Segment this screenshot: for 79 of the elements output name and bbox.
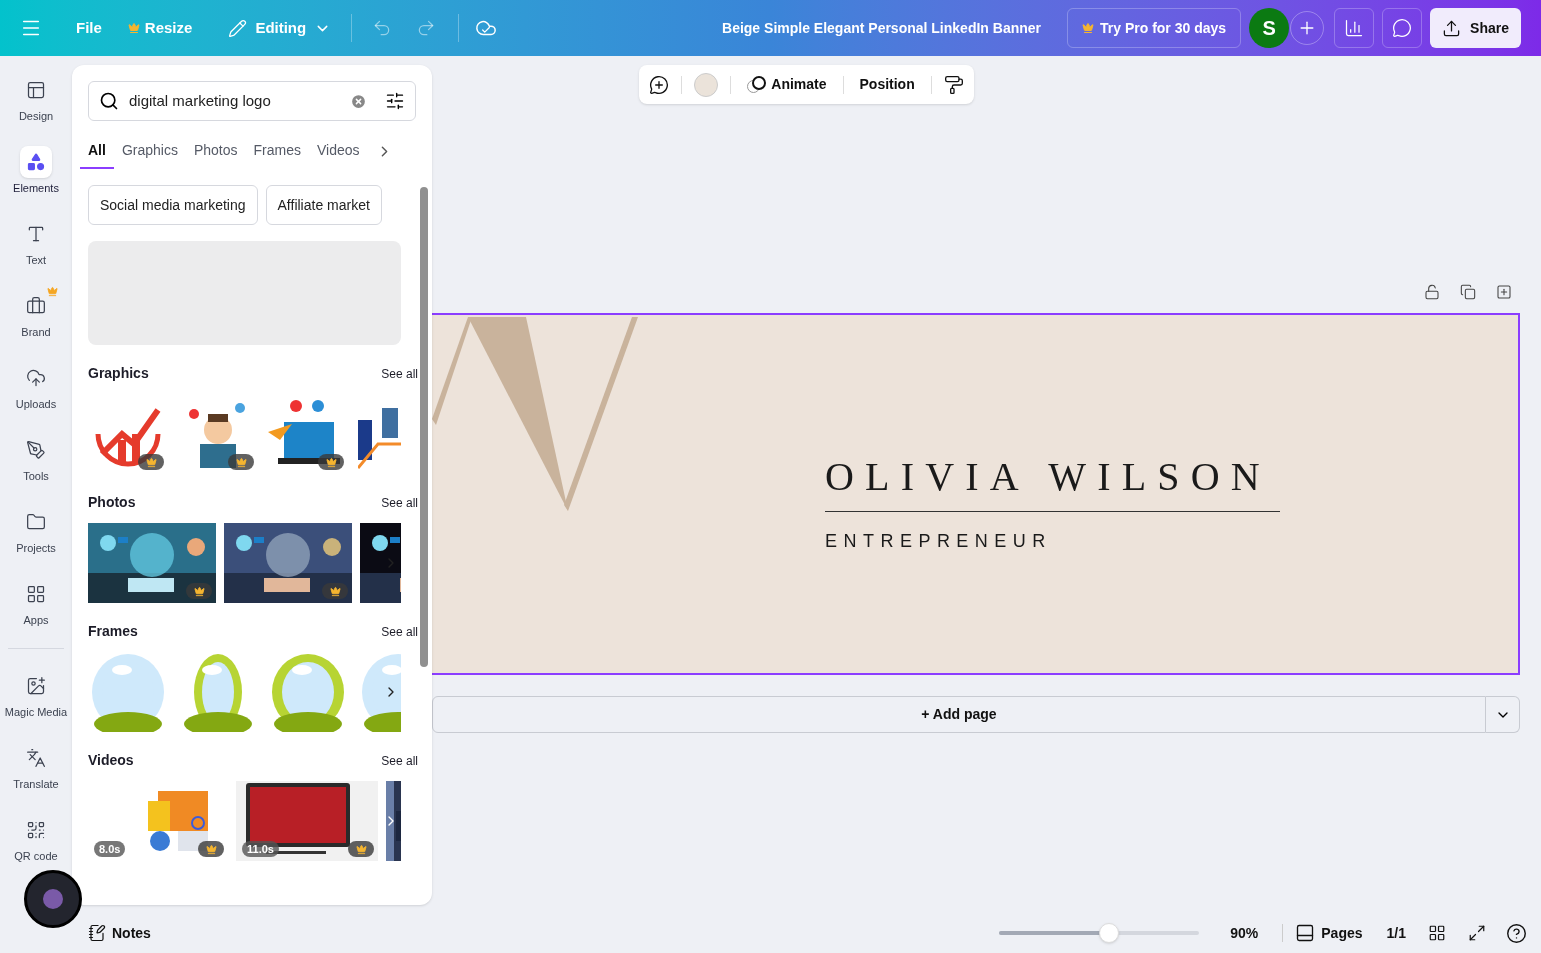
user-avatar[interactable]: S	[1249, 8, 1290, 48]
category-tab[interactable]: Frames	[245, 133, 309, 169]
add-page-button[interactable]: + Add page	[432, 696, 1486, 733]
suggestion-chip[interactable]: Affiliate market	[265, 185, 382, 225]
duration-badge: 8.0s	[94, 841, 126, 857]
insights-button[interactable]	[1334, 8, 1375, 48]
zoom-value[interactable]: 90%	[1230, 922, 1271, 944]
section-title: Videos	[88, 751, 134, 770]
search-icon	[99, 91, 119, 111]
see-all-link[interactable]: See all	[381, 364, 418, 383]
folder-icon	[26, 512, 46, 532]
help-icon[interactable]	[1506, 922, 1527, 944]
sidebar-item[interactable]: QR code	[0, 810, 72, 867]
sidebar-item[interactable]: Brand	[0, 286, 72, 343]
comment-icon	[1392, 18, 1413, 38]
suggestion-chip[interactable]: Social media marketing	[88, 185, 258, 225]
clear-icon[interactable]	[350, 92, 367, 110]
bar-chart-icon	[1344, 18, 1365, 38]
pages-icon	[1295, 923, 1316, 943]
sidebar-item[interactable]: Elements	[0, 142, 72, 199]
section-title: Frames	[88, 622, 138, 641]
category-tab[interactable]: Graphics	[113, 133, 186, 169]
shapes-icon	[26, 152, 46, 172]
comment-add-icon[interactable]	[649, 74, 670, 95]
qr-code-icon	[26, 820, 46, 840]
search-text[interactable]: digital marketing logo	[129, 89, 340, 113]
assistant-button[interactable]	[24, 870, 82, 928]
notes-button[interactable]: Notes	[88, 922, 151, 944]
text-icon	[26, 224, 46, 244]
sidebar-item[interactable]: Text	[0, 214, 72, 271]
section-title: Graphics	[88, 364, 149, 383]
banner-name: OLIVIA WILSON	[825, 453, 1272, 501]
sidebar-item[interactable]: Magic Media	[0, 666, 72, 723]
color-swatch[interactable]	[694, 72, 719, 97]
category-tab[interactable]: All	[80, 133, 114, 169]
zoom-thumb[interactable]	[1099, 923, 1120, 943]
paint-roller-icon[interactable]	[943, 74, 964, 95]
crown-icon	[1082, 22, 1094, 34]
search-field[interactable]: digital marketing logo	[88, 81, 416, 121]
briefcase-icon	[26, 296, 46, 316]
toolbar-button[interactable]: Position	[855, 68, 919, 101]
banner-canvas[interactable]: OLIVIA WILSON ENTREPRENEUR	[432, 313, 1520, 675]
toolbar-button[interactable]: Animate	[743, 68, 831, 101]
sidebar-item[interactable]: Projects	[0, 502, 72, 559]
see-all-link[interactable]: See all	[381, 493, 418, 512]
sidebar-item[interactable]: Tools	[0, 430, 72, 487]
filter-icon[interactable]	[385, 91, 405, 111]
try-pro-button[interactable]: Try Pro for 30 days	[1067, 8, 1242, 48]
layout-icon	[26, 80, 46, 100]
pen-icon	[26, 440, 46, 460]
sidebar-item[interactable]: Translate	[0, 738, 72, 795]
category-tab[interactable]: Photos	[185, 133, 246, 169]
duplicate-icon[interactable]	[1460, 284, 1476, 300]
section-title: Photos	[88, 493, 136, 512]
add-icon[interactable]	[1496, 284, 1512, 300]
fullscreen-icon[interactable]	[1468, 924, 1486, 942]
cloud-upload-icon	[26, 368, 46, 388]
grid-icon	[26, 584, 46, 604]
pencil-icon	[228, 18, 248, 38]
see-all-link[interactable]: See all	[381, 751, 418, 770]
share-button[interactable]: Share	[1430, 8, 1521, 48]
translate-icon	[26, 748, 46, 768]
banner-role: ENTREPRENEUR	[825, 530, 1053, 553]
comment-button[interactable]	[1382, 8, 1423, 48]
expand-pages-button[interactable]	[1486, 696, 1520, 733]
category-tab[interactable]: Videos	[308, 133, 368, 169]
pages-button[interactable]: Pages	[1295, 922, 1363, 944]
share-icon	[1442, 18, 1462, 38]
sidebar-item[interactable]: Design	[0, 70, 72, 127]
sidebar-item[interactable]: Apps	[0, 574, 72, 631]
see-all-link[interactable]: See all	[381, 622, 418, 641]
unlock-icon[interactable]	[1424, 284, 1440, 300]
notes-icon	[88, 924, 106, 942]
duration-badge: 11.0s	[242, 841, 279, 857]
design-title[interactable]: Beige Simple Elegant Personal LinkedIn Banner	[722, 17, 1041, 39]
page-count[interactable]: 1/1	[1386, 922, 1406, 944]
grid-view-icon[interactable]	[1428, 924, 1446, 942]
image-sparkle-icon	[26, 676, 46, 696]
sidebar-item[interactable]: Uploads	[0, 358, 72, 415]
